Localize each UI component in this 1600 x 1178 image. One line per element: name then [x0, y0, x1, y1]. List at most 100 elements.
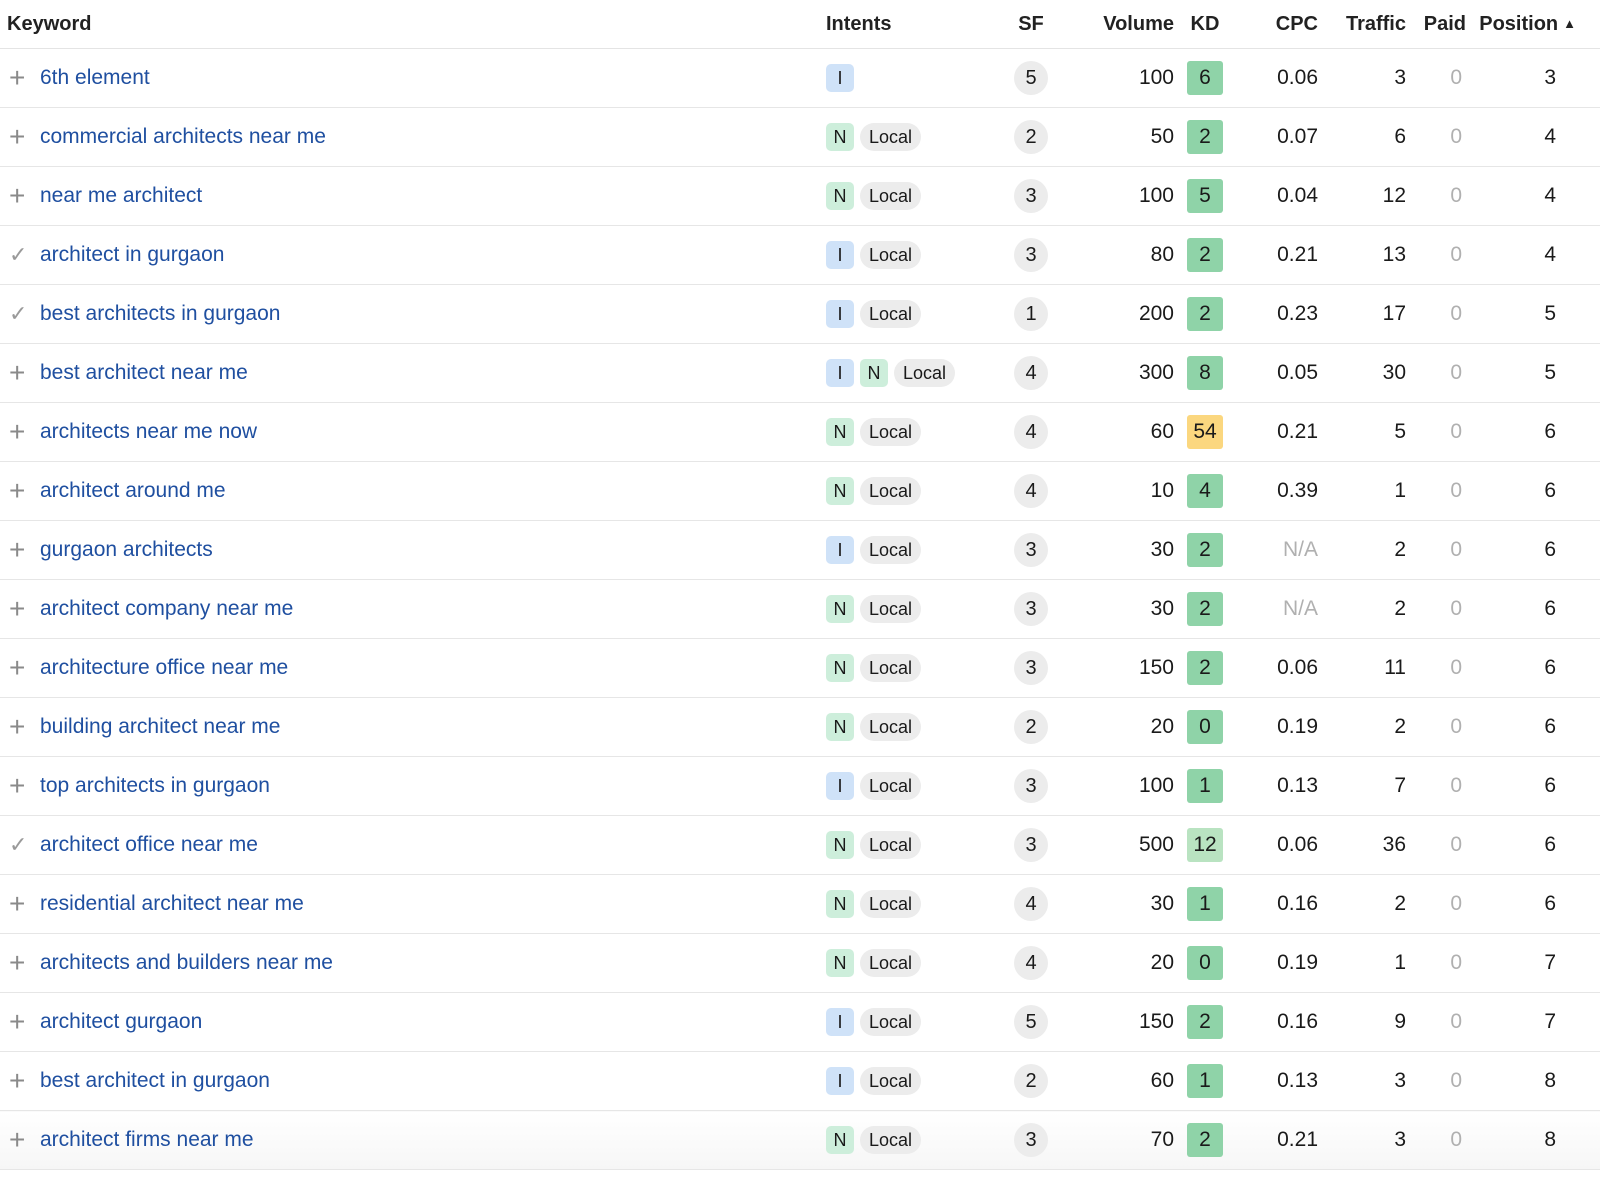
plus-icon[interactable]: +	[0, 64, 40, 92]
position-cell: 6	[1466, 697, 1600, 757]
keyword-link[interactable]: gurgaon architects	[40, 538, 213, 562]
paid-cell: 0	[1406, 48, 1466, 108]
keyword-link[interactable]: near me architect	[40, 184, 202, 208]
column-header-traffic[interactable]: Traffic	[1318, 0, 1406, 49]
column-header-volume[interactable]: Volume	[1056, 0, 1174, 49]
keyword-link[interactable]: 6th element	[40, 66, 150, 90]
serp-features-count[interactable]: 2	[1014, 120, 1048, 154]
plus-icon[interactable]: +	[0, 713, 40, 741]
plus-icon[interactable]: +	[0, 1126, 40, 1154]
serp-features-count[interactable]: 3	[1014, 238, 1048, 272]
paid-cell: 0	[1406, 402, 1466, 462]
column-header-kd[interactable]: KD	[1174, 0, 1236, 49]
keyword-link[interactable]: top architects in gurgaon	[40, 774, 270, 798]
keyword-link[interactable]: best architects in gurgaon	[40, 302, 280, 326]
keyword-link[interactable]: architecture office near me	[40, 656, 288, 680]
column-header-keyword[interactable]: Keyword	[0, 0, 816, 49]
serp-features-cell: 3	[1006, 638, 1056, 698]
position-cell: 4	[1466, 225, 1600, 285]
keyword-link[interactable]: architect firms near me	[40, 1128, 254, 1152]
serp-features-cell: 4	[1006, 343, 1056, 403]
plus-icon[interactable]: +	[0, 477, 40, 505]
keyword-link[interactable]: commercial architects near me	[40, 125, 326, 149]
keyword-link[interactable]: architects and builders near me	[40, 951, 333, 975]
serp-features-count[interactable]: 3	[1014, 592, 1048, 626]
column-header-position[interactable]: Position ▲	[1466, 0, 1600, 49]
serp-features-count[interactable]: 3	[1014, 651, 1048, 685]
volume-cell: 20	[1056, 933, 1174, 993]
keyword-link[interactable]: architects near me now	[40, 420, 257, 444]
keyword-cell: +6th element	[0, 48, 816, 108]
keyword-difficulty-cell: 0	[1174, 933, 1236, 993]
serp-features-count[interactable]: 1	[1014, 297, 1048, 331]
paid-cell: 0	[1406, 638, 1466, 698]
traffic-cell: 2	[1318, 697, 1406, 757]
serp-features-count[interactable]: 4	[1014, 356, 1048, 390]
serp-features-count[interactable]: 4	[1014, 887, 1048, 921]
serp-features-count[interactable]: 3	[1014, 1123, 1048, 1157]
serp-features-count[interactable]: 3	[1014, 769, 1048, 803]
keyword-cell-content: + architect gurgaon	[0, 1008, 816, 1036]
table-row: + residential architect near me N Local 4 30 1…	[0, 874, 1600, 934]
local-badge: Local	[860, 300, 922, 328]
serp-features-count[interactable]: 5	[1014, 61, 1048, 95]
cpc-cell: 0.05	[1236, 343, 1318, 403]
keyword-cell: + architect around me	[0, 461, 816, 521]
volume-cell: 150	[1056, 638, 1174, 698]
plus-icon[interactable]: +	[0, 182, 40, 210]
plus-icon[interactable]: +	[0, 536, 40, 564]
keyword-difficulty-badge: 1	[1187, 769, 1223, 803]
keyword-cell: + gurgaon architects	[0, 520, 816, 580]
serp-features-cell: 3	[1006, 520, 1056, 580]
checkmark-icon[interactable]: ✓	[0, 303, 40, 325]
paid-cell: 0	[1406, 461, 1466, 521]
keyword-link[interactable]: building architect near me	[40, 715, 280, 739]
plus-icon[interactable]: +	[0, 359, 40, 387]
serp-features-count[interactable]: 5	[1014, 1005, 1048, 1039]
serp-features-count[interactable]: 2	[1014, 1064, 1048, 1098]
keyword-link[interactable]: architect company near me	[40, 597, 293, 621]
keyword-difficulty-cell: 12	[1174, 815, 1236, 875]
serp-features-count[interactable]: 4	[1014, 946, 1048, 980]
checkmark-icon[interactable]: ✓	[0, 834, 40, 856]
column-header-sf[interactable]: SF	[1006, 0, 1056, 49]
keyword-cell-content: + commercial architects near me	[0, 123, 816, 151]
column-header-intents[interactable]: Intents	[816, 0, 1006, 49]
serp-features-count[interactable]: 3	[1014, 533, 1048, 567]
serp-features-count[interactable]: 4	[1014, 474, 1048, 508]
column-header-paid[interactable]: Paid	[1406, 0, 1466, 49]
keyword-cell-content: + residential architect near me	[0, 890, 816, 918]
cpc-cell: 0.16	[1236, 874, 1318, 934]
cpc-cell: 0.23	[1236, 284, 1318, 344]
plus-icon[interactable]: +	[0, 654, 40, 682]
keyword-link[interactable]: architect around me	[40, 479, 226, 503]
keyword-link[interactable]: best architect in gurgaon	[40, 1069, 270, 1093]
plus-icon[interactable]: +	[0, 772, 40, 800]
keyword-cell: + best architect near me	[0, 343, 816, 403]
volume-cell: 60	[1056, 1051, 1174, 1111]
serp-features-count[interactable]: 3	[1014, 828, 1048, 862]
position-cell: 6	[1466, 815, 1600, 875]
intents-cell: N Local	[816, 166, 1006, 226]
plus-icon[interactable]: +	[0, 949, 40, 977]
paid-cell: 0	[1406, 343, 1466, 403]
column-header-cpc[interactable]: CPC	[1236, 0, 1318, 49]
keyword-link[interactable]: residential architect near me	[40, 892, 304, 916]
keyword-link[interactable]: architect gurgaon	[40, 1010, 202, 1034]
serp-features-count[interactable]: 4	[1014, 415, 1048, 449]
serp-features-count[interactable]: 3	[1014, 179, 1048, 213]
keyword-cell-content: ✓ best architects in gurgaon	[0, 302, 816, 326]
plus-icon[interactable]: +	[0, 123, 40, 151]
checkmark-icon[interactable]: ✓	[0, 244, 40, 266]
plus-icon[interactable]: +	[0, 890, 40, 918]
traffic-cell: 5	[1318, 402, 1406, 462]
plus-icon[interactable]: +	[0, 595, 40, 623]
plus-icon[interactable]: +	[0, 1067, 40, 1095]
keyword-link[interactable]: architect in gurgaon	[40, 243, 224, 267]
keyword-link[interactable]: architect office near me	[40, 833, 258, 857]
keyword-link[interactable]: best architect near me	[40, 361, 248, 385]
plus-icon[interactable]: +	[0, 418, 40, 446]
serp-features-count[interactable]: 2	[1014, 710, 1048, 744]
intents-cell: N Local	[816, 579, 1006, 639]
plus-icon[interactable]: +	[0, 1008, 40, 1036]
